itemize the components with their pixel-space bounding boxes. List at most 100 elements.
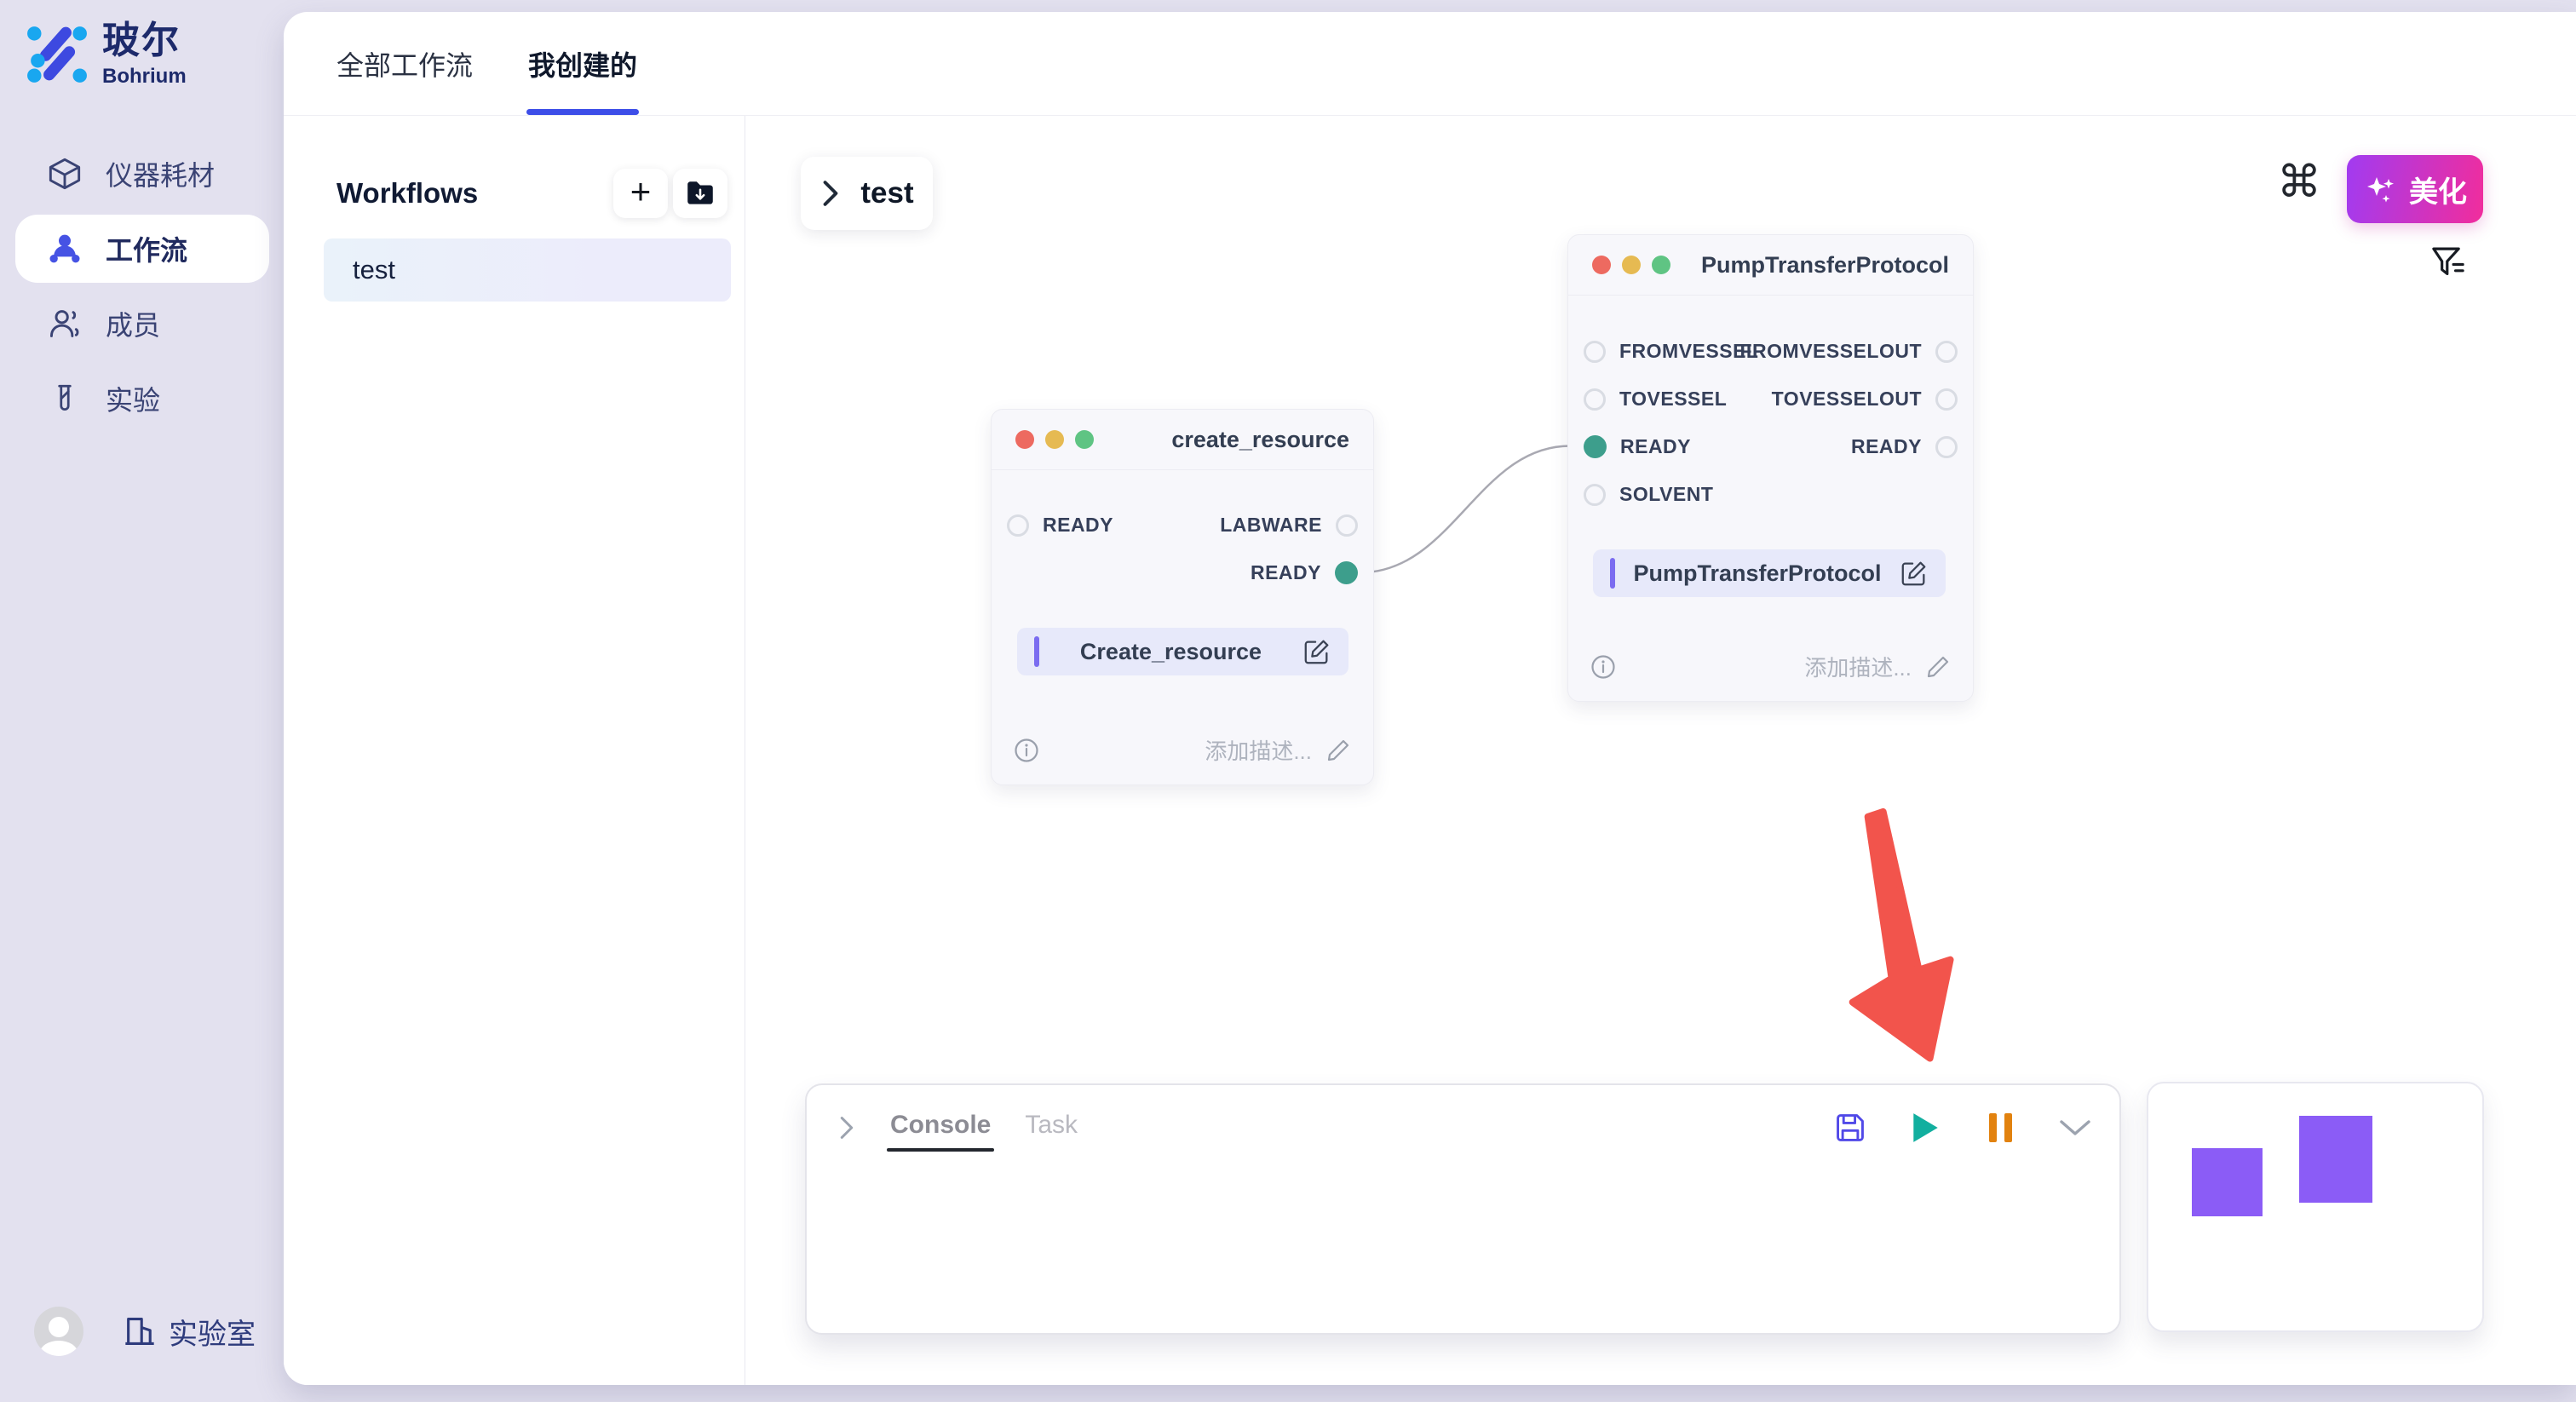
workflow-list-panel: Workflows + test	[284, 116, 745, 1385]
add-workflow-plus-icon: +	[630, 174, 652, 210]
node-pump-transfer-protocol[interactable]: PumpTransferProtocol FROMVESSEL TOVESSEL…	[1567, 234, 1974, 702]
sparkles-icon	[2363, 172, 2397, 206]
edit-icon[interactable]	[1900, 559, 1929, 588]
avatar[interactable]	[34, 1307, 83, 1356]
yellow-dot[interactable]	[1045, 430, 1064, 449]
node-create-resource[interactable]: create_resource READY LABWARE READY Crea…	[991, 409, 1374, 785]
node-action-pump-transfer[interactable]: PumpTransferProtocol	[1593, 549, 1946, 597]
action-label: Create_resource	[1039, 639, 1302, 665]
add-workflow-button[interactable]: +	[613, 169, 668, 218]
lab-switcher[interactable]: 实验室	[123, 1311, 256, 1353]
sidebar-item-workflow[interactable]: 工作流	[15, 215, 269, 283]
sidebar-item-label: 工作流	[106, 229, 187, 268]
sidebar-menu: 仪器耗材 工作流 成员	[15, 140, 269, 433]
members-icon	[46, 305, 83, 342]
action-label: PumpTransferProtocol	[1615, 560, 1900, 587]
info-icon[interactable]	[1590, 654, 1616, 680]
node-header: PumpTransferProtocol	[1568, 235, 1973, 296]
port-circle[interactable]	[1935, 341, 1958, 363]
input-port-ready[interactable]: READY	[1007, 514, 1113, 537]
port-circle[interactable]	[1584, 484, 1606, 506]
output-port-ready[interactable]: READY	[1851, 435, 1958, 458]
chevron-right-icon	[819, 178, 842, 209]
red-dot[interactable]	[1015, 430, 1034, 449]
pause-icon	[1989, 1113, 2012, 1142]
beautify-button[interactable]: 美化	[2347, 155, 2483, 223]
test-tube-icon	[46, 380, 83, 417]
input-port-tovessel[interactable]: TOVESSEL	[1584, 388, 1727, 411]
port-label: READY	[1620, 435, 1691, 458]
yellow-dot[interactable]	[1622, 256, 1641, 274]
logo-title: 玻尔	[102, 22, 187, 60]
tab-all-workflows[interactable]: 全部工作流	[336, 12, 473, 116]
input-port-ready[interactable]: READY	[1584, 435, 1691, 458]
workflow-person-icon	[46, 230, 83, 267]
pencil-icon[interactable]	[1925, 654, 1951, 680]
filter-button[interactable]	[2428, 242, 2469, 283]
save-icon	[1833, 1111, 1867, 1145]
port-label: READY	[1851, 435, 1922, 458]
workflow-item-label: test	[353, 255, 395, 285]
green-dot[interactable]	[1652, 256, 1670, 274]
sidebar-item-label: 成员	[106, 304, 160, 343]
pause-button[interactable]	[1981, 1109, 2019, 1146]
output-port-tovesselout[interactable]: TOVESSELOUT	[1772, 388, 1958, 411]
green-dot[interactable]	[1075, 430, 1094, 449]
flow-canvas[interactable]: test ⌘ 美化	[745, 116, 2576, 1385]
port-label: TOVESSEL	[1619, 388, 1727, 411]
node-header: create_resource	[992, 410, 1373, 470]
node-footer: 添加描述...	[1590, 651, 1951, 682]
annotation-red-arrow	[1853, 812, 1951, 1059]
breadcrumb[interactable]: test	[801, 157, 933, 230]
box-icon	[46, 155, 83, 192]
expand-chevron-icon[interactable]	[837, 1114, 856, 1141]
import-workflow-button[interactable]	[673, 169, 727, 218]
port-circle[interactable]	[1584, 388, 1606, 411]
port-circle[interactable]	[1336, 514, 1358, 537]
output-port-fromvesselout[interactable]: FROMVESSELOUT	[1739, 340, 1958, 363]
minimap-node-rect	[2299, 1116, 2372, 1203]
edit-icon[interactable]	[1302, 637, 1331, 666]
tab-my-created[interactable]: 我创建的	[528, 12, 637, 116]
traffic-dots	[1592, 256, 1670, 274]
node-action-create-resource[interactable]: Create_resource	[1017, 628, 1348, 675]
port-circle-connected[interactable]	[1584, 435, 1607, 458]
port-label: FROMVESSEL	[1619, 340, 1758, 363]
tab-console[interactable]: Console	[890, 1111, 991, 1145]
input-port-solvent[interactable]: SOLVENT	[1584, 483, 1713, 506]
tab-task[interactable]: Task	[1025, 1111, 1078, 1145]
description-placeholder[interactable]: 添加描述...	[1804, 651, 1912, 682]
port-circle[interactable]	[1935, 388, 1958, 411]
breadcrumb-label: test	[860, 176, 913, 210]
filter-funnel-icon	[2429, 244, 2467, 281]
collapse-chevron-icon	[2058, 1118, 2092, 1138]
red-dot[interactable]	[1592, 256, 1611, 274]
command-palette-button[interactable]: ⌘	[2275, 158, 2323, 206]
workflow-list-item-test[interactable]: test	[324, 238, 731, 302]
console-body	[824, 1162, 2102, 1316]
description-placeholder[interactable]: 添加描述...	[1205, 734, 1312, 766]
save-button[interactable]	[1831, 1109, 1869, 1146]
port-label: TOVESSELOUT	[1772, 388, 1922, 411]
traffic-dots	[1015, 430, 1094, 449]
output-port-labware[interactable]: LABWARE	[1220, 514, 1358, 537]
output-port-ready[interactable]: READY	[1251, 561, 1358, 584]
port-circle-connected[interactable]	[1335, 561, 1358, 584]
run-button[interactable]	[1906, 1109, 1944, 1146]
workflows-title: Workflows	[336, 177, 478, 210]
bohrium-logo-icon	[26, 22, 89, 85]
sidebar-item-label: 仪器耗材	[106, 154, 215, 193]
port-circle[interactable]	[1935, 436, 1958, 458]
pencil-icon[interactable]	[1325, 738, 1351, 763]
sidebar-item-instruments[interactable]: 仪器耗材	[15, 140, 269, 208]
info-icon[interactable]	[1014, 738, 1039, 763]
sidebar-item-members[interactable]: 成员	[15, 290, 269, 358]
port-circle[interactable]	[1007, 514, 1029, 537]
port-circle[interactable]	[1584, 341, 1606, 363]
sidebar-item-experiments[interactable]: 实验	[15, 365, 269, 433]
active-tab-underline	[526, 109, 639, 115]
node-footer: 添加描述...	[1014, 734, 1351, 766]
minimap[interactable]	[2147, 1082, 2484, 1332]
collapse-button[interactable]	[2056, 1109, 2094, 1146]
input-port-fromvessel[interactable]: FROMVESSEL	[1584, 340, 1758, 363]
